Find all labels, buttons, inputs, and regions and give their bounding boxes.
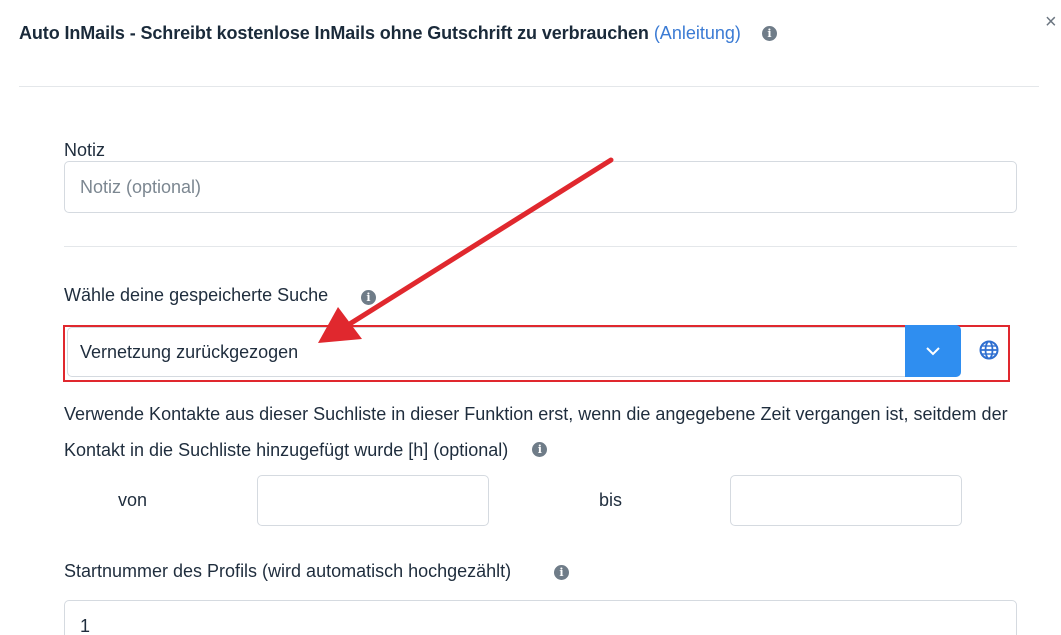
info-icon[interactable]: i [361, 290, 376, 305]
from-input[interactable] [257, 475, 489, 526]
note-placeholder: Notiz (optional) [80, 176, 202, 197]
start-number-label: Startnummer des Profils (wird automatisc… [64, 561, 512, 581]
dropdown-button[interactable] [905, 325, 961, 377]
guide-link[interactable]: (Anleitung) [654, 23, 741, 44]
modal-title: Auto InMails - Schreibt kostenlose InMai… [19, 22, 649, 43]
time-filter-description: Verwende Kontakte aus dieser Suchliste i… [64, 396, 1024, 468]
annotation-arrow [318, 157, 614, 343]
start-number-input[interactable]: 1 [64, 600, 1017, 635]
saved-search-label: Wähle deine gespeicherte Suche [64, 285, 329, 305]
info-icon[interactable]: i [762, 26, 777, 41]
from-label: von [118, 490, 148, 510]
start-number-value: 1 [80, 616, 91, 635]
note-label: Notiz [64, 140, 106, 160]
saved-search-select[interactable]: Vernetzung zurückgezogen [67, 327, 961, 377]
note-input[interactable]: Notiz (optional) [64, 161, 1017, 213]
close-icon[interactable]: × [1045, 12, 1057, 32]
to-label: bis [599, 490, 623, 510]
section-divider [64, 246, 1017, 247]
info-icon[interactable]: i [532, 441, 548, 457]
saved-search-value: Vernetzung zurückgezogen [80, 341, 299, 362]
chevron-down-icon [926, 347, 940, 356]
info-icon[interactable]: i [554, 565, 569, 580]
header-divider [19, 86, 1039, 87]
modal-header: Auto InMails - Schreibt kostenlose InMai… [19, 20, 741, 46]
globe-icon[interactable] [979, 340, 999, 360]
to-input[interactable] [730, 475, 962, 526]
